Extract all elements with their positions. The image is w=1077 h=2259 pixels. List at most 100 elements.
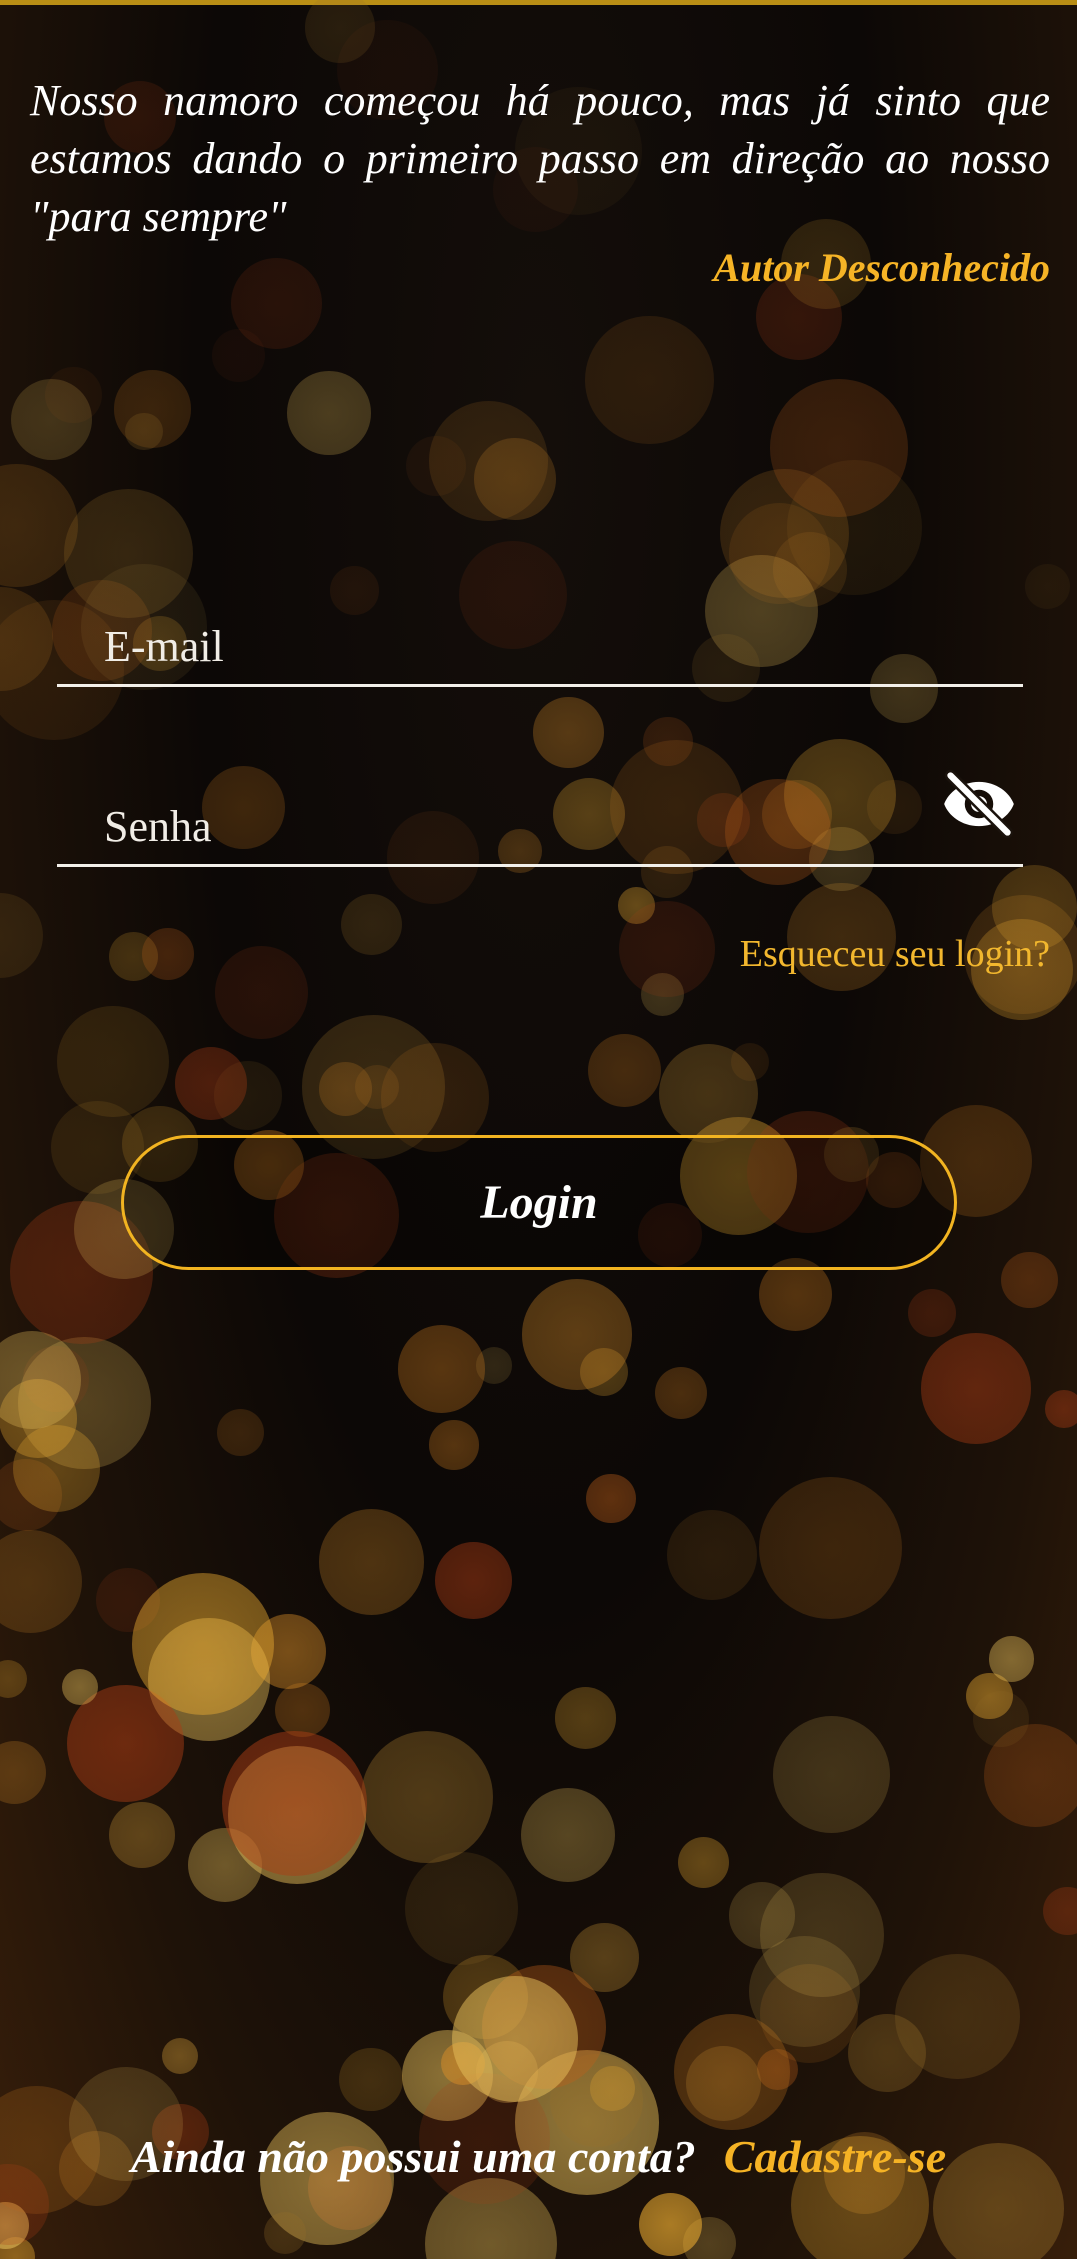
bokeh-circle <box>0 892 43 979</box>
bokeh-circle <box>405 435 467 497</box>
login-button[interactable]: Login <box>121 1135 957 1270</box>
bokeh-circle <box>443 1954 528 2039</box>
bokeh-circle <box>984 1724 1077 1828</box>
bokeh-circle <box>772 1716 890 1834</box>
bokeh-circle <box>0 1459 62 1531</box>
bokeh-circle <box>250 1613 327 1690</box>
bokeh-circle <box>475 2041 538 2104</box>
bokeh-circle <box>429 1420 479 1470</box>
bokeh-circle <box>286 371 371 455</box>
bokeh-circle <box>0 2202 29 2249</box>
forgot-login-link[interactable]: Esqueceu seu login? <box>740 932 1050 976</box>
bokeh-circle <box>451 1976 578 2103</box>
bokeh-circle <box>0 2237 35 2259</box>
bokeh-circle <box>222 1731 368 1877</box>
bokeh-circle <box>147 1618 271 1742</box>
bokeh-circle <box>1045 1389 1077 1428</box>
bokeh-circle <box>579 1347 629 1397</box>
bokeh-circle <box>655 1367 708 1420</box>
bokeh-circle <box>729 502 831 604</box>
bokeh-circle <box>748 1935 861 2048</box>
bokeh-circle <box>125 412 163 451</box>
bokeh-circle <box>187 1827 262 1902</box>
bokeh-circle <box>686 2045 762 2121</box>
signup-prompt: Ainda não possui uma conta? <box>130 2131 696 2182</box>
bokeh-circle <box>45 366 102 424</box>
password-input[interactable] <box>104 801 924 852</box>
bokeh-circle <box>1024 563 1070 610</box>
background-bokeh <box>0 0 1077 2259</box>
bokeh-circle <box>304 0 376 63</box>
signup-link[interactable]: Cadastre-se <box>724 2131 946 2182</box>
bokeh-circle <box>770 378 908 517</box>
bokeh-circle <box>174 1047 248 1120</box>
bokeh-circle <box>570 1923 639 1992</box>
bokeh-circle <box>1000 1251 1058 1309</box>
bokeh-circle <box>729 1882 796 1949</box>
quote-author: Autor Desconhecido <box>713 245 1050 290</box>
bokeh-circle <box>520 1788 615 1883</box>
email-input[interactable] <box>104 621 924 672</box>
signup-row: Ainda não possui uma conta? Cadastre-se <box>0 2130 1077 2183</box>
bokeh-circle <box>674 2014 790 2130</box>
quote-text: Nosso namoro começou há pouco, mas já si… <box>30 76 1050 241</box>
bokeh-circle <box>756 2048 799 2091</box>
bokeh-circle <box>786 459 922 595</box>
bokeh-circle <box>641 973 685 1017</box>
bokeh-circle <box>0 463 78 587</box>
bokeh-circle <box>340 893 403 956</box>
bokeh-circle <box>13 1424 101 1512</box>
bokeh-circle <box>57 1005 169 1118</box>
bokeh-circle <box>402 2030 494 2121</box>
bokeh-circle <box>988 1636 1035 1683</box>
email-field[interactable] <box>57 594 1023 687</box>
bokeh-circle <box>1043 1886 1077 1936</box>
bokeh-circle <box>966 1672 1014 1720</box>
bokeh-circle <box>434 1541 513 1620</box>
bokeh-circle <box>719 468 850 599</box>
bokeh-circle <box>847 2014 926 2093</box>
bokeh-circle <box>585 1473 636 1524</box>
bokeh-circle <box>161 2038 199 2075</box>
bokeh-circle <box>108 932 158 981</box>
bokeh-circle <box>113 370 192 448</box>
bokeh-circle <box>22 1345 90 1413</box>
bokeh-circle <box>554 1687 617 1750</box>
eye-off-icon[interactable] <box>941 766 1017 842</box>
bokeh-circle <box>131 1573 274 1716</box>
bokeh-circle <box>397 1324 486 1413</box>
bokeh-circle <box>428 401 548 521</box>
bokeh-circle <box>638 2193 703 2257</box>
bokeh-circle <box>109 1802 175 1868</box>
bokeh-circle <box>759 1963 859 2063</box>
bokeh-circle <box>666 1509 757 1600</box>
bokeh-circle <box>677 1836 729 1888</box>
bokeh-circle <box>643 717 693 767</box>
bokeh-circle <box>618 887 655 924</box>
password-field[interactable] <box>57 769 1023 867</box>
bokeh-circle <box>972 1690 1030 1748</box>
bokeh-circle <box>214 945 309 1040</box>
bokeh-circle <box>585 315 714 445</box>
bokeh-circle <box>227 1746 366 1885</box>
bokeh-circle <box>66 1684 184 1802</box>
bokeh-circle <box>217 1408 265 1456</box>
bokeh-circle <box>339 2047 403 2111</box>
bokeh-circle <box>354 1064 400 1110</box>
bokeh-circle <box>441 2042 485 2086</box>
bokeh-circle <box>474 438 556 520</box>
bokeh-circle <box>425 2178 558 2259</box>
bokeh-circle <box>482 1964 606 2089</box>
bokeh-circle <box>263 2211 307 2255</box>
bokeh-circle <box>0 586 54 692</box>
bokeh-circle <box>0 1529 82 1633</box>
bokeh-circle <box>759 1476 902 1620</box>
bokeh-circle <box>920 1333 1032 1444</box>
bokeh-circle <box>405 1852 519 1966</box>
bokeh-circle <box>521 1279 633 1390</box>
bokeh-circle <box>730 1042 770 1082</box>
bokeh-circle <box>587 1033 662 1108</box>
bokeh-circle <box>213 1061 283 1130</box>
bokeh-circle <box>10 378 92 460</box>
bokeh-circle <box>760 1873 884 1997</box>
